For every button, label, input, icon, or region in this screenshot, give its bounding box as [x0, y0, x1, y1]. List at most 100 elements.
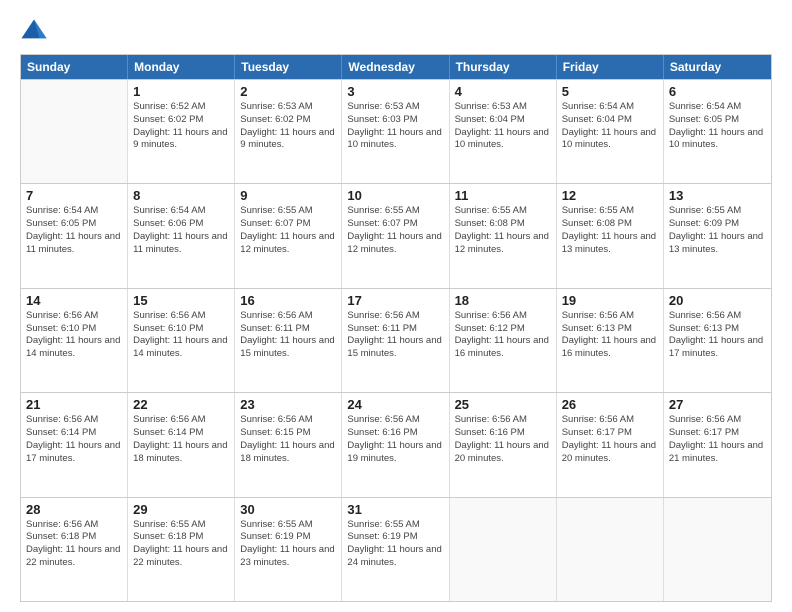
cell-day-number: 1: [133, 84, 229, 99]
logo-icon: [20, 16, 48, 44]
weekday-header: Sunday: [21, 55, 128, 79]
cell-info: Sunrise: 6:56 AMSunset: 6:13 PMDaylight:…: [562, 310, 658, 361]
cell-day-number: 25: [455, 397, 551, 412]
cell-day-number: 10: [347, 188, 443, 203]
calendar-cell: 27 Sunrise: 6:56 AMSunset: 6:17 PMDayligh…: [664, 393, 771, 496]
cell-day-number: 12: [562, 188, 658, 203]
cell-info: Sunrise: 6:55 AMSunset: 6:19 PMDaylight:…: [347, 519, 443, 570]
calendar-cell: 19 Sunrise: 6:56 AMSunset: 6:13 PMDayligh…: [557, 289, 664, 392]
cell-day-number: 30: [240, 502, 336, 517]
calendar-cell: 21 Sunrise: 6:56 AMSunset: 6:14 PMDayligh…: [21, 393, 128, 496]
cell-info: Sunrise: 6:55 AMSunset: 6:18 PMDaylight:…: [133, 519, 229, 570]
cell-info: Sunrise: 6:56 AMSunset: 6:17 PMDaylight:…: [562, 414, 658, 465]
cell-info: Sunrise: 6:55 AMSunset: 6:08 PMDaylight:…: [455, 205, 551, 256]
calendar-cell: 24Sunrise: 6:56 AMSunset: 6:16 PMDayligh…: [342, 393, 449, 496]
cell-day-number: 7: [26, 188, 122, 203]
cell-day-number: 29: [133, 502, 229, 517]
calendar-week: 7 Sunrise: 6:54 AMSunset: 6:05 PMDaylight…: [21, 183, 771, 287]
cell-info: Sunrise: 6:56 AMSunset: 6:12 PMDaylight:…: [455, 310, 551, 361]
cell-info: Sunrise: 6:54 AMSunset: 6:05 PMDaylight:…: [26, 205, 122, 256]
cell-day-number: 5: [562, 84, 658, 99]
calendar-cell: 18 Sunrise: 6:56 AMSunset: 6:12 PMDayligh…: [450, 289, 557, 392]
cell-info: Sunrise: 6:56 AMSunset: 6:11 PMDaylight:…: [347, 310, 443, 361]
calendar-cell: 28Sunrise: 6:56 AMSunset: 6:18 PMDayligh…: [21, 498, 128, 601]
weekday-header: Wednesday: [342, 55, 449, 79]
calendar-cell: 6 Sunrise: 6:54 AMSunset: 6:05 PMDaylight…: [664, 80, 771, 183]
calendar-cell: 23 Sunrise: 6:56 AMSunset: 6:15 PMDayligh…: [235, 393, 342, 496]
calendar-cell: 20Sunrise: 6:56 AMSunset: 6:13 PMDayligh…: [664, 289, 771, 392]
cell-info: Sunrise: 6:56 AMSunset: 6:15 PMDaylight:…: [240, 414, 336, 465]
cell-info: Sunrise: 6:56 AMSunset: 6:14 PMDaylight:…: [133, 414, 229, 465]
cell-info: Sunrise: 6:56 AMSunset: 6:17 PMDaylight:…: [669, 414, 766, 465]
cell-day-number: 18: [455, 293, 551, 308]
calendar-cell: 7 Sunrise: 6:54 AMSunset: 6:05 PMDaylight…: [21, 184, 128, 287]
calendar-cell: 1 Sunrise: 6:52 AMSunset: 6:02 PMDaylight…: [128, 80, 235, 183]
calendar-cell: 26 Sunrise: 6:56 AMSunset: 6:17 PMDayligh…: [557, 393, 664, 496]
cell-info: Sunrise: 6:54 AMSunset: 6:05 PMDaylight:…: [669, 101, 766, 152]
calendar: SundayMondayTuesdayWednesdayThursdayFrid…: [20, 54, 772, 602]
cell-day-number: 9: [240, 188, 336, 203]
calendar-week: 14 Sunrise: 6:56 AMSunset: 6:10 PMDayligh…: [21, 288, 771, 392]
cell-day-number: 14: [26, 293, 122, 308]
calendar-cell: 29 Sunrise: 6:55 AMSunset: 6:18 PMDayligh…: [128, 498, 235, 601]
cell-info: Sunrise: 6:53 AMSunset: 6:04 PMDaylight:…: [455, 101, 551, 152]
cell-day-number: 26: [562, 397, 658, 412]
weekday-header: Monday: [128, 55, 235, 79]
header: [20, 16, 772, 44]
cell-day-number: 22: [133, 397, 229, 412]
weekday-header: Saturday: [664, 55, 771, 79]
calendar-cell: 17 Sunrise: 6:56 AMSunset: 6:11 PMDayligh…: [342, 289, 449, 392]
cell-day-number: 17: [347, 293, 443, 308]
cell-info: Sunrise: 6:54 AMSunset: 6:04 PMDaylight:…: [562, 101, 658, 152]
cell-info: Sunrise: 6:56 AMSunset: 6:10 PMDaylight:…: [133, 310, 229, 361]
calendar-body: 1 Sunrise: 6:52 AMSunset: 6:02 PMDaylight…: [21, 79, 771, 601]
calendar-week: 1 Sunrise: 6:52 AMSunset: 6:02 PMDaylight…: [21, 79, 771, 183]
calendar-cell: 16Sunrise: 6:56 AMSunset: 6:11 PMDayligh…: [235, 289, 342, 392]
cell-info: Sunrise: 6:56 AMSunset: 6:16 PMDaylight:…: [455, 414, 551, 465]
cell-info: Sunrise: 6:56 AMSunset: 6:18 PMDaylight:…: [26, 519, 122, 570]
cell-day-number: 31: [347, 502, 443, 517]
cell-day-number: 20: [669, 293, 766, 308]
calendar-cell: 9 Sunrise: 6:55 AMSunset: 6:07 PMDaylight…: [235, 184, 342, 287]
cell-info: Sunrise: 6:56 AMSunset: 6:14 PMDaylight:…: [26, 414, 122, 465]
calendar-cell: 25 Sunrise: 6:56 AMSunset: 6:16 PMDayligh…: [450, 393, 557, 496]
cell-day-number: 8: [133, 188, 229, 203]
cell-day-number: 6: [669, 84, 766, 99]
calendar-cell: 3 Sunrise: 6:53 AMSunset: 6:03 PMDaylight…: [342, 80, 449, 183]
cell-info: Sunrise: 6:55 AMSunset: 6:08 PMDaylight:…: [562, 205, 658, 256]
cell-info: Sunrise: 6:54 AMSunset: 6:06 PMDaylight:…: [133, 205, 229, 256]
weekday-header: Thursday: [450, 55, 557, 79]
weekday-header: Friday: [557, 55, 664, 79]
cell-day-number: 23: [240, 397, 336, 412]
cell-day-number: 19: [562, 293, 658, 308]
cell-info: Sunrise: 6:53 AMSunset: 6:03 PMDaylight:…: [347, 101, 443, 152]
calendar-cell: 14 Sunrise: 6:56 AMSunset: 6:10 PMDayligh…: [21, 289, 128, 392]
weekday-header: Tuesday: [235, 55, 342, 79]
calendar-cell: [557, 498, 664, 601]
cell-day-number: 15: [133, 293, 229, 308]
cell-info: Sunrise: 6:55 AMSunset: 6:19 PMDaylight:…: [240, 519, 336, 570]
cell-day-number: 3: [347, 84, 443, 99]
cell-info: Sunrise: 6:55 AMSunset: 6:07 PMDaylight:…: [347, 205, 443, 256]
calendar-cell: 15 Sunrise: 6:56 AMSunset: 6:10 PMDayligh…: [128, 289, 235, 392]
cell-day-number: 21: [26, 397, 122, 412]
cell-info: Sunrise: 6:55 AMSunset: 6:09 PMDaylight:…: [669, 205, 766, 256]
calendar-cell: 13Sunrise: 6:55 AMSunset: 6:09 PMDayligh…: [664, 184, 771, 287]
calendar-cell: [664, 498, 771, 601]
cell-info: Sunrise: 6:53 AMSunset: 6:02 PMDaylight:…: [240, 101, 336, 152]
calendar-week: 28Sunrise: 6:56 AMSunset: 6:18 PMDayligh…: [21, 497, 771, 601]
cell-info: Sunrise: 6:56 AMSunset: 6:10 PMDaylight:…: [26, 310, 122, 361]
calendar-cell: 10 Sunrise: 6:55 AMSunset: 6:07 PMDayligh…: [342, 184, 449, 287]
cell-info: Sunrise: 6:52 AMSunset: 6:02 PMDaylight:…: [133, 101, 229, 152]
page: SundayMondayTuesdayWednesdayThursdayFrid…: [0, 0, 792, 612]
cell-day-number: 11: [455, 188, 551, 203]
calendar-cell: [21, 80, 128, 183]
calendar-cell: 4Sunrise: 6:53 AMSunset: 6:04 PMDaylight…: [450, 80, 557, 183]
calendar-cell: 31 Sunrise: 6:55 AMSunset: 6:19 PMDayligh…: [342, 498, 449, 601]
cell-day-number: 27: [669, 397, 766, 412]
calendar-cell: 8 Sunrise: 6:54 AMSunset: 6:06 PMDaylight…: [128, 184, 235, 287]
calendar-cell: 2Sunrise: 6:53 AMSunset: 6:02 PMDaylight…: [235, 80, 342, 183]
cell-info: Sunrise: 6:55 AMSunset: 6:07 PMDaylight:…: [240, 205, 336, 256]
cell-info: Sunrise: 6:56 AMSunset: 6:11 PMDaylight:…: [240, 310, 336, 361]
calendar-cell: [450, 498, 557, 601]
